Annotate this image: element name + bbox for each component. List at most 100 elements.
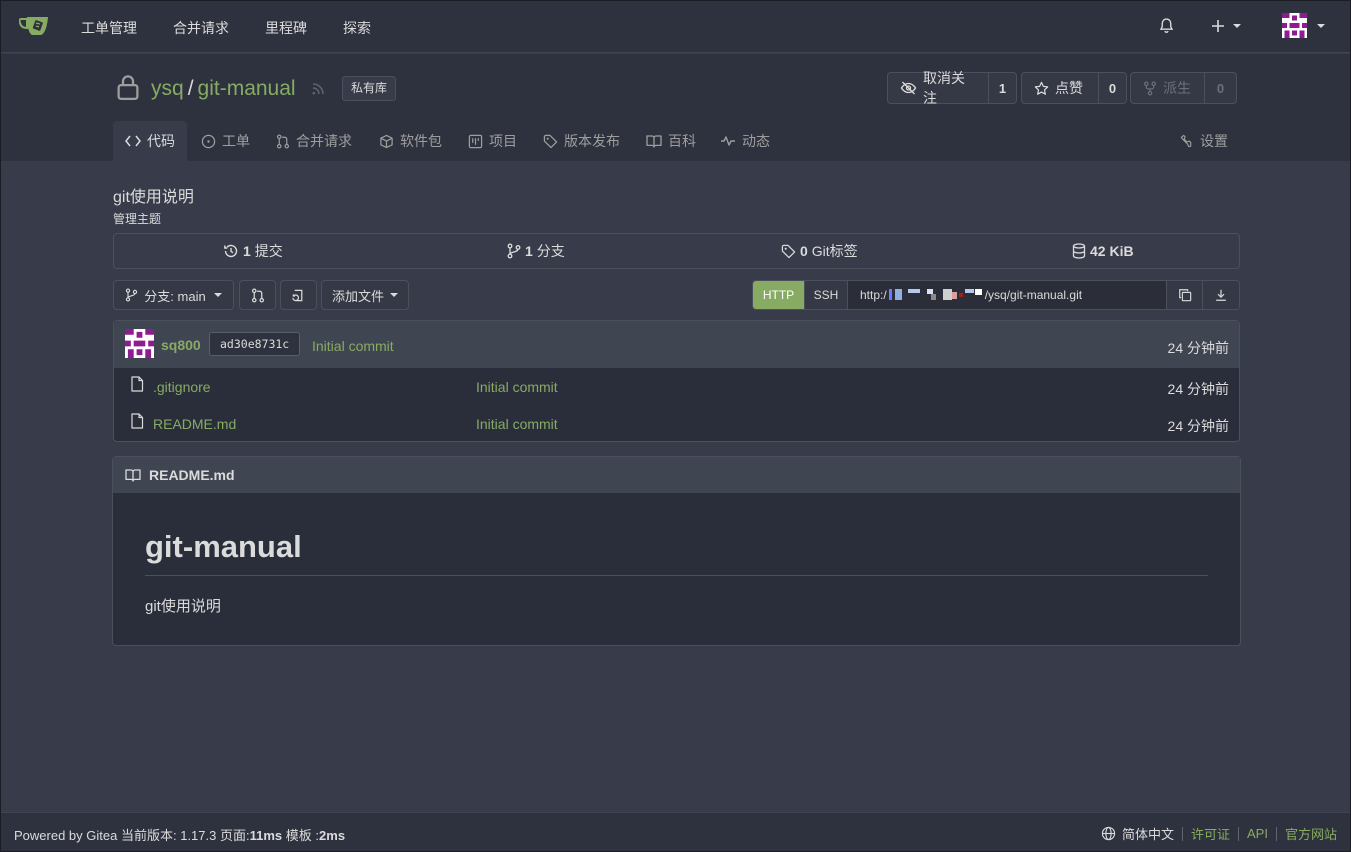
manage-topics-link[interactable]: 管理主题	[113, 210, 161, 227]
copy-url-button[interactable]	[1166, 281, 1202, 309]
rss-icon[interactable]	[310, 81, 326, 97]
language-selector[interactable]: 简体中文	[1122, 824, 1174, 843]
clone-url-end: /ysq/git-manual.git	[984, 288, 1083, 302]
file-name-link[interactable]: .gitignore	[153, 379, 211, 395]
tab-code[interactable]: 代码	[113, 121, 187, 161]
repo-size: 42 KiB	[1090, 243, 1134, 259]
clone-panel: HTTP SSH http:/ /ysq/git-manual.git	[752, 280, 1240, 310]
file-table: sq800 ad30e8731c Initial commit 24 分钟前 .…	[113, 320, 1240, 442]
unwatch-button[interactable]: 取消关注	[888, 70, 988, 106]
commit-author-link[interactable]: sq800	[161, 337, 201, 353]
clone-http-button[interactable]: HTTP	[753, 281, 804, 309]
tab-pull-requests[interactable]: 合并请求	[276, 121, 352, 161]
unwatch-label: 取消关注	[923, 70, 965, 106]
file-icon	[130, 413, 144, 429]
tab-wiki-label: 百科	[668, 133, 696, 149]
readme-header: README.md	[113, 457, 1240, 493]
footer-divider	[1238, 826, 1240, 841]
copy-icon	[1178, 288, 1192, 302]
tab-settings[interactable]: 设置	[1179, 121, 1228, 161]
file-commit-message-link[interactable]: Initial commit	[476, 416, 558, 432]
tab-issues[interactable]: 工单	[201, 121, 250, 161]
add-file-dropdown[interactable]: 添加文件	[321, 280, 409, 310]
commits-stat[interactable]: 1 提交	[223, 234, 283, 268]
commits-count: 1	[243, 243, 251, 259]
latest-commit-bar: sq800 ad30e8731c Initial commit 24 分钟前	[114, 321, 1239, 368]
fork-icon	[1143, 81, 1157, 96]
history-button[interactable]	[280, 280, 317, 310]
file-commit-time: 24 分钟前	[1167, 381, 1229, 397]
branch-icon	[507, 243, 521, 259]
nav-milestones[interactable]: 里程碑	[265, 18, 307, 38]
chevron-down-icon	[1233, 24, 1241, 28]
user-menu[interactable]	[1282, 13, 1325, 38]
tab-projects-label: 项目	[489, 133, 517, 149]
page-time-value: 11ms	[249, 828, 283, 843]
table-row: .gitignore Initial commit 24 分钟前	[114, 368, 1239, 405]
eye-slash-icon	[900, 81, 917, 95]
bell-icon[interactable]	[1158, 17, 1175, 35]
clone-ssh-button[interactable]: SSH	[804, 281, 848, 309]
nav-issues[interactable]: 工单管理	[81, 18, 137, 38]
footer-info: Powered by Gitea 当前版本: 1.17.3 页面:11ms 模板…	[14, 825, 345, 844]
tab-packages[interactable]: 软件包	[379, 121, 442, 161]
template-time-label: 模板 :	[285, 828, 320, 843]
gitea-logo-icon[interactable]	[19, 13, 51, 39]
nav-pull-requests[interactable]: 合并请求	[173, 18, 229, 38]
globe-icon	[1101, 826, 1116, 841]
tags-stat[interactable]: 0 Git标签	[781, 234, 858, 268]
tab-wiki[interactable]: 百科	[646, 121, 696, 161]
redacted-host	[887, 289, 985, 301]
nav-explore[interactable]: 探索	[343, 18, 371, 38]
watch-button-group: 取消关注 1	[887, 70, 1017, 106]
tags-label: Git标签	[811, 243, 858, 259]
clone-url-input[interactable]: http:/ /ysq/git-manual.git	[848, 281, 1166, 309]
file-commit-message-link[interactable]: Initial commit	[476, 379, 558, 395]
commit-sha-button[interactable]: ad30e8731c	[209, 332, 301, 356]
commit-message-link[interactable]: Initial commit	[312, 338, 394, 354]
file-commit-time: 24 分钟前	[1167, 418, 1229, 434]
file-name-link[interactable]: README.md	[153, 416, 236, 432]
repo-separator: /	[187, 77, 194, 100]
tab-issues-label: 工单	[222, 133, 250, 149]
fork-button[interactable]: 派生	[1131, 73, 1204, 103]
download-icon	[1214, 288, 1228, 302]
version-value: 1.17.3	[180, 828, 217, 843]
table-row: README.md Initial commit 24 分钟前	[114, 405, 1239, 442]
avatar[interactable]	[125, 329, 154, 358]
chevron-down-icon	[390, 293, 398, 297]
repo-owner-link[interactable]: ysq	[151, 77, 184, 100]
website-link[interactable]: 官方网站	[1285, 824, 1337, 843]
api-link[interactable]: API	[1247, 826, 1268, 841]
branches-stat[interactable]: 1 分支	[507, 234, 565, 268]
license-link[interactable]: 许可证	[1191, 824, 1230, 843]
branch-selector[interactable]: 分支: main	[113, 280, 234, 310]
tab-activity[interactable]: 动态	[720, 121, 770, 161]
pull-request-icon	[251, 288, 265, 303]
tag-icon	[543, 134, 558, 149]
star-count[interactable]: 0	[1098, 73, 1126, 103]
lock-icon	[113, 72, 143, 102]
chevron-down-icon	[213, 293, 222, 297]
tab-releases[interactable]: 版本发布	[543, 121, 620, 161]
download-button[interactable]	[1202, 281, 1239, 309]
plus-icon	[1211, 19, 1225, 33]
size-stat: 42 KiB	[1072, 234, 1134, 268]
readme-divider	[145, 575, 1208, 576]
branch-selector-label: 分支: main	[144, 288, 206, 304]
tab-projects[interactable]: 项目	[468, 121, 517, 161]
powered-by-link[interactable]: Powered by Gitea	[14, 828, 117, 843]
file-icon	[130, 376, 144, 392]
file-history-icon	[291, 288, 306, 303]
footer-divider	[1182, 826, 1183, 841]
compare-button[interactable]	[239, 280, 276, 310]
watch-count[interactable]: 1	[988, 73, 1016, 103]
footer-divider	[1275, 826, 1277, 841]
fork-count[interactable]: 0	[1204, 73, 1236, 103]
tags-count: 0	[800, 243, 808, 259]
create-new-dropdown[interactable]	[1211, 19, 1241, 33]
repo-description: git使用说明	[113, 189, 194, 206]
pull-request-icon	[276, 134, 290, 149]
repo-name-link[interactable]: git-manual	[198, 77, 296, 100]
star-button[interactable]: 点赞	[1022, 73, 1098, 103]
